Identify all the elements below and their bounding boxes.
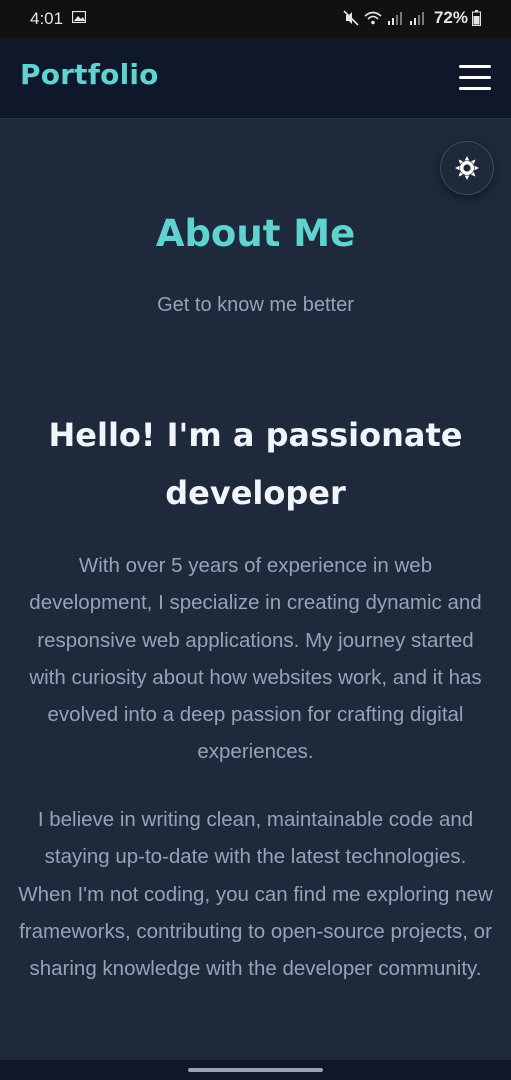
about-paragraph: I believe in writing clean, maintainable…: [18, 808, 493, 981]
signal-icon: [387, 12, 402, 25]
about-heading: Hello! I'm a passionate developer: [48, 416, 463, 512]
hamburger-menu-icon-bar: [459, 76, 491, 79]
gesture-bar: [0, 1060, 511, 1080]
section-subtitle: Get to know me better: [157, 294, 354, 316]
sun-icon: [455, 156, 479, 180]
battery-percent: 72%: [433, 8, 468, 27]
hamburger-menu-button[interactable]: [459, 65, 491, 93]
status-icons: 72%: [342, 8, 481, 28]
home-indicator[interactable]: [188, 1068, 323, 1072]
mute-icon: [343, 10, 359, 26]
wifi-icon: [364, 11, 382, 25]
brand-logo-link[interactable]: Portfolio: [20, 58, 159, 91]
hamburger-menu-icon-bar: [459, 87, 491, 90]
hamburger-menu-icon-bar: [459, 65, 491, 68]
status-bar: 4:01 72%: [0, 0, 511, 39]
about-paragraph: With over 5 years of experience in web d…: [29, 554, 482, 764]
section-title: About Me: [155, 212, 356, 255]
theme-toggle-button[interactable]: [440, 141, 494, 195]
battery-icon: [472, 10, 481, 26]
status-time: 4:01: [30, 9, 64, 28]
signal-icon: [409, 12, 424, 25]
gallery-icon: [72, 11, 86, 23]
navbar: Portfolio: [0, 39, 511, 119]
